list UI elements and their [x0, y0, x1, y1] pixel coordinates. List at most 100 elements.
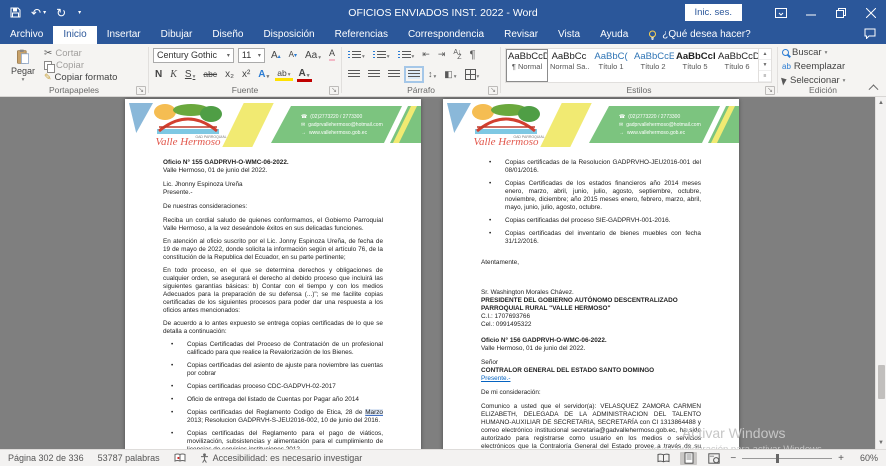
tab-vista[interactable]: Vista: [548, 26, 590, 44]
page-left[interactable]: GAD PARROQUIAL Valle Hermoso (02)2773220…: [125, 99, 421, 449]
word-count[interactable]: 53787 palabras: [98, 453, 160, 463]
subscript-button[interactable]: x₂: [223, 69, 236, 80]
replace-button[interactable]: abReemplazar: [782, 61, 845, 72]
signature-cel[interactable]: Cel.: 0991495322: [481, 321, 701, 329]
sort-icon[interactable]: A↓Z: [451, 50, 463, 61]
font-dialog-launcher-icon[interactable]: [329, 87, 339, 94]
bullet-item[interactable]: Copias certificadas del Reglamento Codig…: [163, 409, 383, 425]
bullet-item[interactable]: Copias certificadas del asiento de ajust…: [163, 362, 383, 378]
addressee-contralor[interactable]: CONTRALOR GENERAL DEL ESTADO SANTO DOMIN…: [481, 367, 701, 375]
scroll-up-icon[interactable]: ▲: [876, 97, 886, 109]
styles-scroll-up-icon[interactable]: ▲: [759, 49, 771, 60]
style-titulo-5[interactable]: AaBbCcI Título 5: [674, 49, 716, 82]
styles-more-icon[interactable]: ≡: [759, 71, 771, 82]
web-layout-icon[interactable]: [705, 452, 722, 465]
zoom-percentage[interactable]: 60%: [852, 453, 878, 463]
show-marks-button[interactable]: ¶: [468, 49, 478, 61]
style-normal[interactable]: AaBbCcD ¶ Normal: [506, 49, 548, 82]
clipboard-dialog-launcher-icon[interactable]: [136, 87, 146, 94]
highlight-color-button[interactable]: ab▾: [275, 69, 292, 81]
copy-button[interactable]: Copiar: [44, 60, 117, 71]
read-mode-icon[interactable]: [655, 452, 672, 465]
paragraph[interactable]: Comunico a usted que el servidor(a): VEL…: [481, 403, 701, 449]
page-right[interactable]: GAD PARROQUIAL Valle Hermoso (02)2773220…: [443, 99, 739, 449]
increase-indent-icon[interactable]: ⇥: [436, 50, 448, 60]
styles-scroll-down-icon[interactable]: ▼: [759, 60, 771, 71]
tab-diseno[interactable]: Diseño: [202, 26, 253, 44]
bullets-button[interactable]: ▾: [346, 51, 367, 60]
presente-link[interactable]: Presente.-: [481, 375, 701, 383]
undo-icon[interactable]: ↶▾: [31, 7, 46, 19]
ribbon-display-options-icon[interactable]: [766, 0, 796, 25]
oficio-number[interactable]: Oficio N° 155 GADPRVH-O-WMC-06-2022.: [163, 159, 383, 167]
align-left-button[interactable]: [346, 70, 362, 79]
bullet-item[interactable]: Copias certificadas del proceso SIE-GADP…: [481, 217, 701, 225]
bullet-item[interactable]: Copias Certificadas del Proceso de Contr…: [163, 341, 383, 357]
restore-button[interactable]: [826, 0, 856, 25]
letter-body[interactable]: Copias certificadas de la Resolucion GAD…: [443, 147, 739, 449]
signature-entity[interactable]: PARROQUIAL RURAL "VALLE HERMOSO": [481, 305, 701, 313]
zoom-out-button[interactable]: −: [730, 453, 736, 464]
print-layout-icon[interactable]: [680, 452, 697, 465]
borders-button[interactable]: ▾: [463, 69, 482, 80]
justify-button[interactable]: [406, 70, 422, 79]
proofing-errors-icon[interactable]: [174, 453, 186, 463]
tracked-word[interactable]: Marzo: [365, 409, 383, 416]
paragraph[interactable]: Reciba un cordial saludo de quienes conf…: [163, 217, 383, 233]
multilevel-list-button[interactable]: ▾: [396, 51, 417, 60]
style-titulo-1[interactable]: AaBbC( Título 1: [590, 49, 632, 82]
bullet-item[interactable]: Copias certificadas de la Resolucion GAD…: [481, 159, 701, 175]
underline-button[interactable]: S▾: [183, 69, 197, 80]
oficio-number[interactable]: Oficio N° 156 GADPRVH-O-WMC-06-2022.: [481, 337, 701, 345]
clear-formatting-icon[interactable]: [327, 49, 337, 61]
font-color-button[interactable]: A▾: [297, 68, 312, 82]
strikethrough-button[interactable]: abc: [201, 70, 219, 79]
addressee-presente[interactable]: Presente.-: [163, 189, 383, 197]
addressee-senor[interactable]: Señor: [481, 359, 701, 367]
italic-button[interactable]: K: [168, 69, 179, 80]
oficio-date[interactable]: Valle Hermoso, 01 de junio del 2022.: [163, 167, 383, 175]
styles-dialog-launcher-icon[interactable]: [765, 87, 775, 94]
tab-inicio[interactable]: Inicio: [53, 26, 96, 44]
paragraph-dialog-launcher-icon[interactable]: [488, 87, 498, 94]
tell-me-box[interactable]: ¿Qué desea hacer?: [638, 26, 760, 44]
text-effects-button[interactable]: A▾: [256, 69, 271, 80]
decrease-indent-icon[interactable]: ⇤: [420, 50, 432, 60]
paragraph[interactable]: De acuerdo a lo antes expuesto se entreg…: [163, 320, 383, 336]
bullet-item[interactable]: Copias certificadas del Reglamento para …: [163, 430, 383, 449]
sign-in-button[interactable]: Inic. ses.: [685, 4, 743, 21]
scrollbar-track[interactable]: [876, 109, 886, 437]
tab-revisar[interactable]: Revisar: [494, 26, 548, 44]
paragraph[interactable]: En atención al oficio suscrito por el Li…: [163, 238, 383, 262]
line-spacing-button[interactable]: ↕▾: [426, 70, 438, 80]
accessibility-status[interactable]: Accesibilidad: es necesario investigar: [200, 453, 363, 463]
addressee-name[interactable]: Lic. Jhonny Espinoza Ureña: [163, 181, 383, 189]
grow-font-button[interactable]: A▴: [269, 50, 283, 61]
bullet-item[interactable]: Copias certificadas del inventario de bi…: [481, 230, 701, 246]
font-size-combobox[interactable]: 11▾: [238, 48, 265, 63]
zoom-slider[interactable]: [742, 458, 832, 459]
tab-insertar[interactable]: Insertar: [97, 26, 151, 44]
customize-qat-icon[interactable]: ▾: [78, 10, 81, 16]
salutation[interactable]: De mi consideración:: [481, 389, 701, 397]
scrollbar-thumb[interactable]: [878, 365, 885, 399]
signature-title[interactable]: PRESIDENTE DEL GOBIERNO AUTÓNOMO DESCENT…: [481, 297, 701, 305]
bold-button[interactable]: N: [153, 69, 164, 80]
tab-ayuda[interactable]: Ayuda: [590, 26, 638, 44]
feedback-icon[interactable]: [854, 26, 886, 44]
style-normal-sa[interactable]: AaBbCc Normal Sa...: [548, 49, 590, 82]
find-button[interactable]: Buscar▾: [782, 47, 845, 58]
signature-ci[interactable]: C.I.: 1707693766: [481, 313, 701, 321]
collapse-ribbon-icon[interactable]: [870, 83, 878, 91]
oficio-date[interactable]: Valle Hermoso, 01 de junio del 2022.: [481, 345, 701, 353]
shading-button[interactable]: ◧▾: [442, 70, 458, 80]
zoom-in-button[interactable]: +: [838, 453, 844, 464]
superscript-button[interactable]: x²: [240, 69, 252, 80]
close-button[interactable]: [856, 0, 886, 25]
change-case-button[interactable]: Aa▾: [303, 50, 323, 61]
font-name-combobox[interactable]: Century Gothic▾: [153, 48, 234, 63]
cut-button[interactable]: Cortar: [44, 48, 117, 59]
tab-referencias[interactable]: Referencias: [325, 26, 398, 44]
bullet-item[interactable]: Oficio de entrega del listado de Cuentas…: [163, 396, 383, 404]
vertical-scrollbar[interactable]: ▲ ▼: [875, 97, 886, 449]
